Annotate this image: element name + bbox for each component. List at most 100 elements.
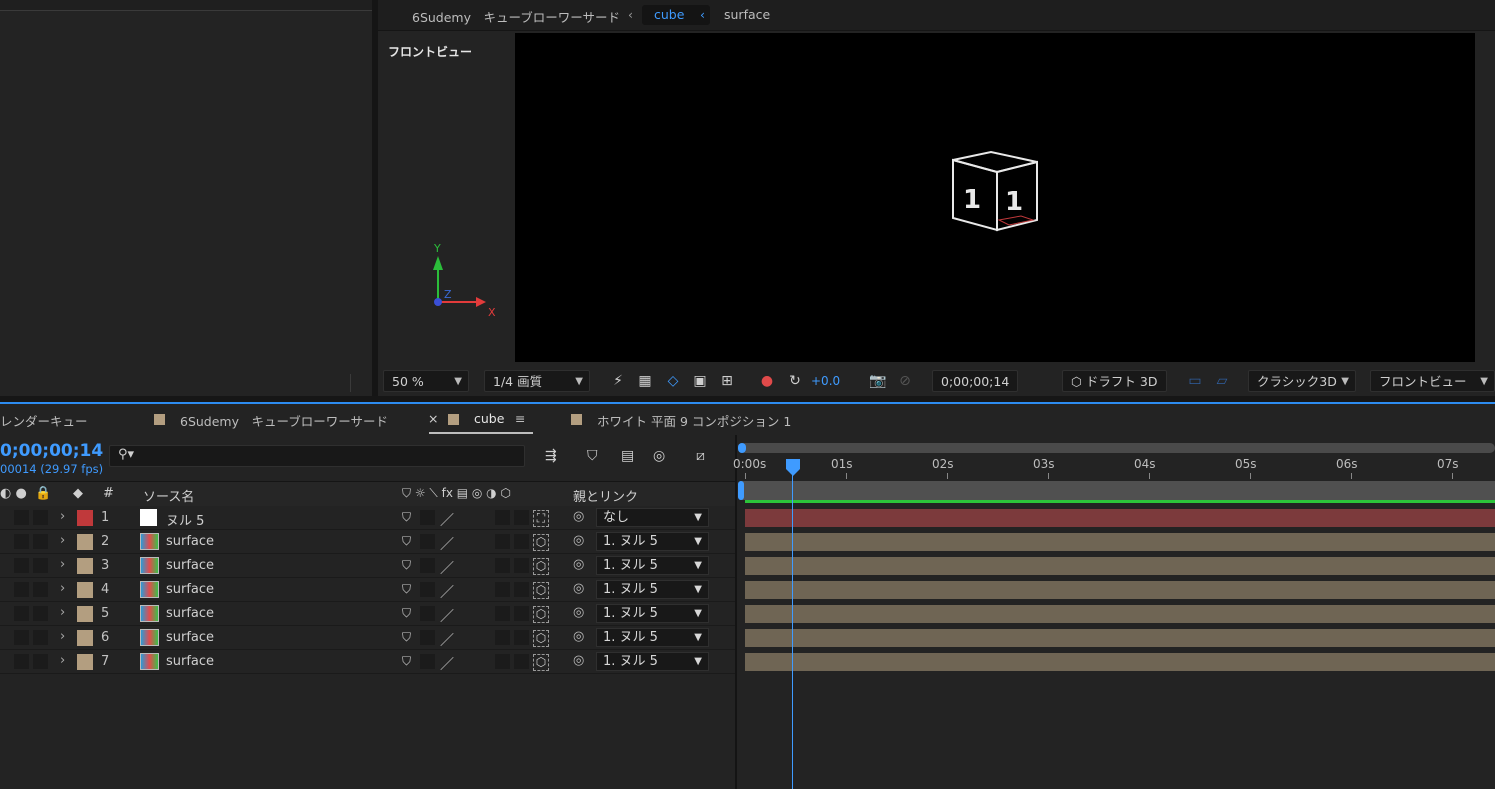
shy-layers-icon[interactable]: ⛉ xyxy=(587,448,598,464)
chevron-right-icon[interactable]: › xyxy=(60,629,65,644)
layer-name[interactable]: surface xyxy=(166,582,214,597)
playhead-handle-icon[interactable] xyxy=(786,459,800,477)
shy-icon[interactable]: ⛉ xyxy=(402,654,411,669)
chevron-right-icon[interactable]: › xyxy=(60,581,65,596)
pick-whip-icon[interactable]: ◎ xyxy=(573,629,584,644)
layer-duration-bar[interactable] xyxy=(745,629,1495,647)
channels-icon[interactable]: ● xyxy=(758,372,776,390)
video-toggle[interactable] xyxy=(14,510,29,525)
shy-icon[interactable]: ⛉ xyxy=(402,630,411,645)
motion-blur-toggle[interactable] xyxy=(514,510,529,525)
renderer-select[interactable]: クラシック3D ▼ xyxy=(1248,370,1356,392)
lock-icon[interactable]: 🔒 xyxy=(35,486,51,501)
chevron-right-icon[interactable]: › xyxy=(60,509,65,524)
layer-row[interactable]: › 3 surface ⛉ ／ ⬡ ◎ 1. ヌル 5 ▼ xyxy=(0,554,735,578)
collapse-toggle[interactable] xyxy=(420,606,435,621)
fast-preview-icon[interactable]: ⚡ xyxy=(609,372,627,390)
pick-whip-icon[interactable]: ◎ xyxy=(573,533,584,548)
3d-layer-icon[interactable]: ⬡ xyxy=(533,630,549,647)
layer-name[interactable]: surface xyxy=(166,534,214,549)
collapse-toggle[interactable] xyxy=(420,558,435,573)
lock-toggle[interactable] xyxy=(33,534,48,549)
adjustment-toggle[interactable] xyxy=(495,654,510,669)
graph-editor-icon[interactable]: ⧄ xyxy=(696,448,705,464)
layer-duration-bar[interactable] xyxy=(745,605,1495,623)
close-icon[interactable]: × xyxy=(428,411,438,426)
work-area-handle[interactable] xyxy=(738,481,744,500)
menu-icon[interactable]: ≡ xyxy=(515,411,525,426)
motion-blur-icon[interactable]: ◎ xyxy=(653,448,665,464)
label-color[interactable] xyxy=(77,510,93,526)
lock-toggle[interactable] xyxy=(33,606,48,621)
layer-row[interactable]: › 4 surface ⛉ ／ ⬡ ◎ 1. ヌル 5 ▼ xyxy=(0,578,735,602)
3d-layer-icon[interactable]: ⬡ xyxy=(533,534,549,551)
pick-whip-icon[interactable]: ◎ xyxy=(573,581,584,596)
chevron-right-icon[interactable]: › xyxy=(60,533,65,548)
adjustment-toggle[interactable] xyxy=(495,582,510,597)
quality-slash-icon[interactable]: ／ xyxy=(440,606,454,625)
layer-row[interactable]: › 5 surface ⛉ ／ ⬡ ◎ 1. ヌル 5 ▼ xyxy=(0,602,735,626)
layer-name[interactable]: surface xyxy=(166,606,214,621)
adjustment-toggle[interactable] xyxy=(495,534,510,549)
3d-layer-icon[interactable]: ⬡ xyxy=(533,606,549,623)
chevron-right-icon[interactable]: › xyxy=(60,605,65,620)
quality-slash-icon[interactable]: ／ xyxy=(440,654,454,673)
mask-path-icon[interactable]: ◇ xyxy=(664,372,682,390)
label-color[interactable] xyxy=(77,582,93,598)
3d-layer-icon[interactable]: ⬡ xyxy=(533,654,549,671)
work-area-bar[interactable] xyxy=(740,443,1495,453)
layer-row[interactable]: › 1 ヌル 5 ⛉ ／ ⛶ ◎ なし ▼ xyxy=(0,506,735,530)
adjustment-toggle[interactable] xyxy=(495,606,510,621)
label-color[interactable] xyxy=(77,654,93,670)
collapse-toggle[interactable] xyxy=(420,654,435,669)
parent-select[interactable]: 1. ヌル 5 ▼ xyxy=(596,604,709,623)
breadcrumb-item-root[interactable]: 6Sudemy キューブローワーサード xyxy=(412,7,620,26)
quality-slash-icon[interactable]: ／ xyxy=(440,534,454,553)
tab-comp-6sudemy[interactable]: 6Sudemy キューブローワーサード xyxy=(180,411,388,430)
column-source-name[interactable]: ソース名 xyxy=(143,486,194,505)
pick-whip-icon[interactable]: ◎ xyxy=(573,653,584,668)
view-select[interactable]: フロントビュー ▼ xyxy=(1370,370,1495,392)
shy-icon[interactable]: ⛉ xyxy=(402,582,411,597)
column-parent-link[interactable]: 親とリンク xyxy=(573,486,638,505)
video-toggle[interactable] xyxy=(14,630,29,645)
video-toggle[interactable] xyxy=(14,558,29,573)
work-area-start-handle[interactable] xyxy=(738,443,746,453)
current-time-display[interactable]: 0;00;00;14 xyxy=(932,370,1018,392)
lock-toggle[interactable] xyxy=(33,582,48,597)
pick-whip-icon[interactable]: ◎ xyxy=(573,509,584,524)
video-toggle[interactable] xyxy=(14,606,29,621)
parent-select[interactable]: 1. ヌル 5 ▼ xyxy=(596,580,709,599)
label-tag-icon[interactable]: ◆ xyxy=(73,486,83,501)
label-color[interactable] xyxy=(77,534,93,550)
lock-toggle[interactable] xyxy=(33,510,48,525)
viewer-canvas[interactable]: 1 1 xyxy=(515,33,1475,362)
show-snapshot-icon[interactable]: ⊘ xyxy=(896,372,914,390)
extended-viewer-icon[interactable]: ▭ xyxy=(1186,372,1204,390)
ground-plane-icon[interactable]: ▱ xyxy=(1213,372,1231,390)
timeline-current-time[interactable]: 0;00;00;14 xyxy=(0,441,103,461)
parent-select[interactable]: なし ▼ xyxy=(596,508,709,527)
quality-slash-icon[interactable]: ／ xyxy=(440,558,454,577)
layer-duration-bar[interactable] xyxy=(745,533,1495,551)
motion-blur-toggle[interactable] xyxy=(514,558,529,573)
layer-row[interactable]: › 2 surface ⛉ ／ ⬡ ◎ 1. ヌル 5 ▼ xyxy=(0,530,735,554)
shy-icon[interactable]: ⛉ xyxy=(402,510,411,525)
collapse-toggle[interactable] xyxy=(420,630,435,645)
motion-blur-toggle[interactable] xyxy=(514,606,529,621)
layer-name[interactable]: surface xyxy=(166,630,214,645)
chevron-right-icon[interactable]: › xyxy=(60,557,65,572)
camera-snapshot-icon[interactable]: 📷 xyxy=(869,372,887,390)
3d-layer-icon[interactable]: ⬡ xyxy=(533,558,549,575)
lock-toggle[interactable] xyxy=(33,558,48,573)
breadcrumb-item-cube[interactable]: cube ‹ xyxy=(642,5,710,25)
motion-blur-toggle[interactable] xyxy=(514,630,529,645)
layer-duration-bar[interactable] xyxy=(745,581,1495,599)
quality-slash-icon[interactable]: ／ xyxy=(440,582,454,601)
motion-blur-toggle[interactable] xyxy=(514,654,529,669)
tab-comp-cube[interactable]: cube xyxy=(474,411,504,426)
layer-row[interactable]: › 6 surface ⛉ ／ ⬡ ◎ 1. ヌル 5 ▼ xyxy=(0,626,735,650)
label-color[interactable] xyxy=(77,630,93,646)
parent-select[interactable]: 1. ヌル 5 ▼ xyxy=(596,652,709,671)
3d-layer-icon[interactable]: ⬡ xyxy=(533,582,549,599)
